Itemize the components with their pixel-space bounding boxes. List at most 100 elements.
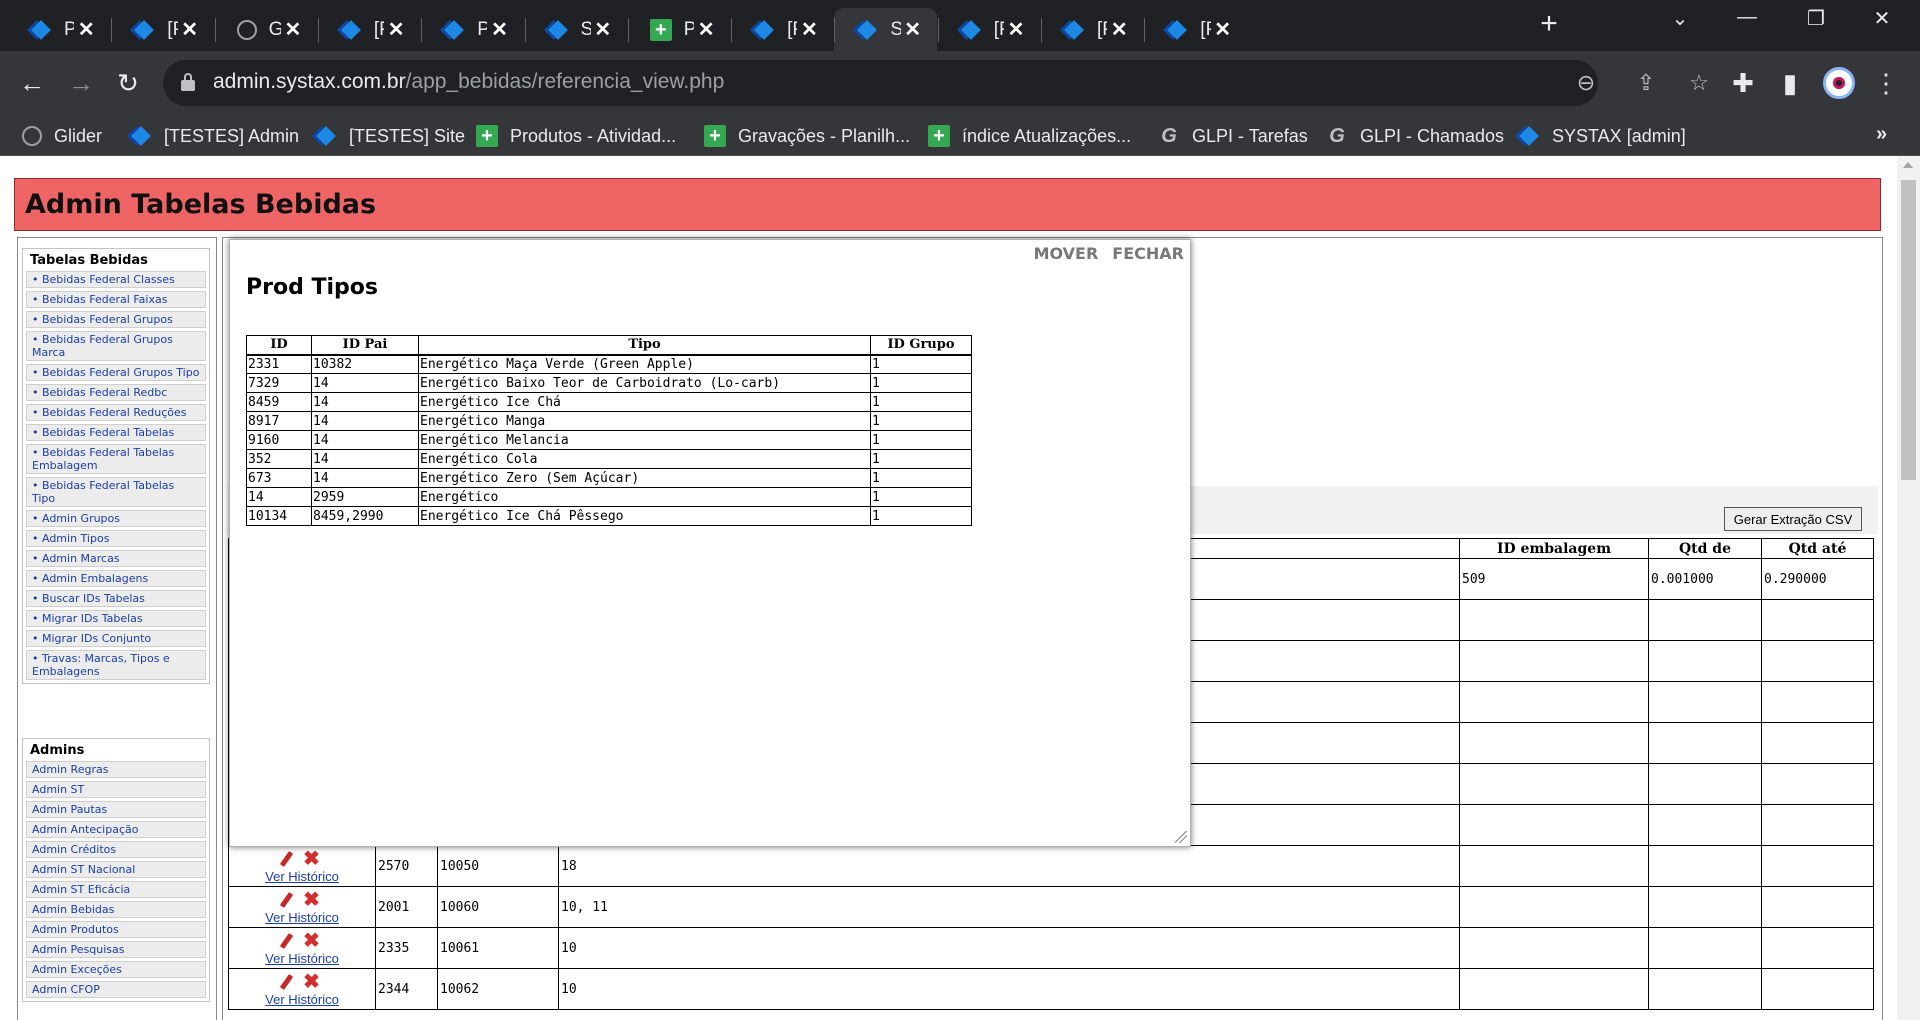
browser-tab[interactable]: SYS✕ [834, 8, 937, 51]
close-icon[interactable]: ✕ [1107, 17, 1131, 42]
bookmarks-more-button[interactable]: » [1876, 123, 1887, 146]
url-text[interactable]: admin.systax.com.br/app_bebidas/referenc… [213, 70, 724, 94]
browser-tab[interactable]: + PH✕ [628, 8, 730, 51]
forward-icon[interactable]: → [63, 65, 99, 101]
close-icon[interactable]: ✕ [384, 17, 408, 42]
bookmark-item[interactable]: + Produtos - Atividad... [476, 123, 676, 149]
browser-tab[interactable]: Glid✕ [215, 8, 317, 51]
delete-x-icon[interactable]: ✖ [303, 972, 320, 992]
profile-avatar[interactable] [1823, 67, 1855, 99]
sidebar-item[interactable]: Admin Antecipação [26, 821, 206, 838]
sidebar-item[interactable]: • Bebidas Federal Tabelas Tipo [26, 477, 206, 507]
sidebar-item[interactable]: • Bebidas Federal Grupos Marca [26, 331, 206, 361]
csv-export-button[interactable]: Gerar Extração CSV [1724, 507, 1862, 531]
edit-pencil-icon[interactable] [279, 850, 294, 867]
ver-historico-link[interactable]: Ver Histórico [265, 951, 339, 966]
bookmark-item[interactable]: + Gravações - Planilh... [704, 123, 910, 149]
close-icon[interactable]: ✕ [901, 17, 925, 42]
close-icon[interactable]: ✕ [694, 17, 718, 42]
side-panel-icon[interactable]: ▮ [1772, 65, 1808, 101]
sidebar-item[interactable]: Admin ST Nacional [26, 861, 206, 878]
bookmark-item[interactable]: [TESTES] Admin [130, 123, 299, 149]
delete-x-icon[interactable]: ✖ [303, 931, 320, 951]
bookmark-item[interactable]: + índice Atualizações... [928, 123, 1131, 149]
lock-icon[interactable] [181, 73, 195, 91]
bookmark-label: [TESTES] Admin [164, 125, 300, 146]
popup-move-button[interactable]: MOVER [1034, 244, 1099, 263]
ver-historico-link[interactable]: Ver Histórico [265, 869, 339, 884]
sidebar-item[interactable]: Admin ST Eficácia [26, 881, 206, 898]
browser-tab[interactable]: [PH✕ [111, 8, 213, 51]
new-tab-button[interactable]: + [1534, 9, 1564, 40]
sidebar-item[interactable]: Admin Exceções [26, 961, 206, 978]
close-icon[interactable]: ✕ [487, 17, 511, 42]
sidebar-item[interactable]: • Bebidas Federal Tabelas [26, 424, 206, 441]
sidebar-item[interactable]: • Buscar IDs Tabelas [26, 590, 206, 607]
menu-icon[interactable]: ⋮ [1868, 65, 1904, 101]
sidebar-item[interactable]: • Migrar IDs Conjunto [26, 630, 206, 647]
close-icon[interactable]: ✕ [281, 17, 305, 42]
close-icon[interactable]: ✕ [1211, 17, 1235, 42]
minimize-icon[interactable]: — [1727, 6, 1767, 29]
bookmark-item[interactable]: G GLPI - Chamados [1326, 123, 1504, 149]
extensions-icon[interactable]: ✚ [1725, 65, 1761, 101]
close-icon[interactable]: ✕ [178, 17, 202, 42]
edit-pencil-icon[interactable] [279, 891, 294, 908]
bookmark-item[interactable]: G GLPI - Tarefas [1158, 123, 1308, 149]
browser-tab[interactable]: Sys✕ [525, 8, 627, 51]
delete-x-icon[interactable]: ✖ [303, 849, 320, 869]
sidebar-item[interactable]: Admin CFOP [26, 981, 206, 998]
sidebar-item[interactable]: • Bebidas Federal Redbc [26, 384, 206, 401]
edit-pencil-icon[interactable] [279, 973, 294, 990]
sidebar-item[interactable]: • Admin Marcas [26, 550, 206, 567]
delete-x-icon[interactable]: ✖ [303, 890, 320, 910]
sidebar-item[interactable]: • Admin Tipos [26, 530, 206, 547]
bookmark-star-icon[interactable]: ☆ [1684, 68, 1714, 98]
ver-historico-link[interactable]: Ver Histórico [265, 910, 339, 925]
bookmark-item[interactable]: Glider [22, 123, 102, 149]
sidebar-item[interactable]: • Admin Grupos [26, 510, 206, 527]
browser-tab[interactable]: [PH✕ [1144, 8, 1246, 51]
close-icon[interactable]: ✕ [74, 17, 98, 42]
browser-tab[interactable]: PH✕ [8, 8, 110, 51]
sidebar-item[interactable]: Admin Pesquisas [26, 941, 206, 958]
close-icon[interactable]: ✕ [797, 17, 821, 42]
sidebar-item[interactable]: Admin Créditos [26, 841, 206, 858]
restore-icon[interactable]: ❐ [1796, 6, 1836, 31]
close-window-icon[interactable]: ✕ [1862, 6, 1902, 31]
sidebar-item[interactable]: • Bebidas Federal Classes [26, 271, 206, 288]
bookmark-item[interactable]: SYSTAX [admin] [1518, 123, 1686, 149]
edit-pencil-icon[interactable] [279, 932, 294, 949]
sidebar-item[interactable]: • Bebidas Federal Grupos Tipo [26, 364, 206, 381]
zoom-icon[interactable]: ⊖ [1571, 68, 1601, 98]
sidebar-item[interactable]: • Bebidas Federal Reduções [26, 404, 206, 421]
browser-tab[interactable]: [PH✕ [731, 8, 833, 51]
browser-tab[interactable]: [PH✕ [1041, 8, 1143, 51]
browser-tab[interactable]: [PH✕ [938, 8, 1040, 51]
sidebar-item[interactable]: Admin Bebidas [26, 901, 206, 918]
sidebar-item[interactable]: Admin Regras [26, 761, 206, 778]
sidebar-item[interactable]: • Bebidas Federal Tabelas Embalagem [26, 444, 206, 474]
close-icon[interactable]: ✕ [591, 17, 615, 42]
ver-historico-link[interactable]: Ver Histórico [265, 992, 339, 1007]
close-icon[interactable]: ✕ [1004, 17, 1028, 42]
share-icon[interactable]: ⇪ [1631, 68, 1661, 98]
reload-icon[interactable]: ↻ [110, 65, 146, 101]
back-icon[interactable]: ← [14, 65, 50, 101]
sidebar-item[interactable]: Admin Produtos [26, 921, 206, 938]
sidebar-item[interactable]: Admin Pautas [26, 801, 206, 818]
browser-tab[interactable]: [PH✕ [318, 8, 420, 51]
sidebar-item[interactable]: • Migrar IDs Tabelas [26, 610, 206, 627]
browser-tab[interactable]: Pai✕ [421, 8, 523, 51]
tab-search-icon[interactable]: ⌄ [1660, 6, 1700, 31]
resize-grip-icon[interactable] [1175, 831, 1187, 843]
address-bar[interactable]: admin.systax.com.br/app_bebidas/referenc… [163, 60, 1709, 106]
bookmark-item[interactable]: [TESTES] Site [315, 123, 465, 149]
vertical-scrollbar[interactable] [1897, 156, 1920, 1020]
popup-close-button[interactable]: FECHAR [1112, 244, 1184, 263]
sidebar-item[interactable]: • Bebidas Federal Grupos [26, 311, 206, 328]
sidebar-item[interactable]: • Admin Embalagens [26, 570, 206, 587]
sidebar-item[interactable]: • Travas: Marcas, Tipos e Embalagens [26, 650, 206, 680]
sidebar-item[interactable]: Admin ST [26, 781, 206, 798]
sidebar-item[interactable]: • Bebidas Federal Faixas [26, 291, 206, 308]
